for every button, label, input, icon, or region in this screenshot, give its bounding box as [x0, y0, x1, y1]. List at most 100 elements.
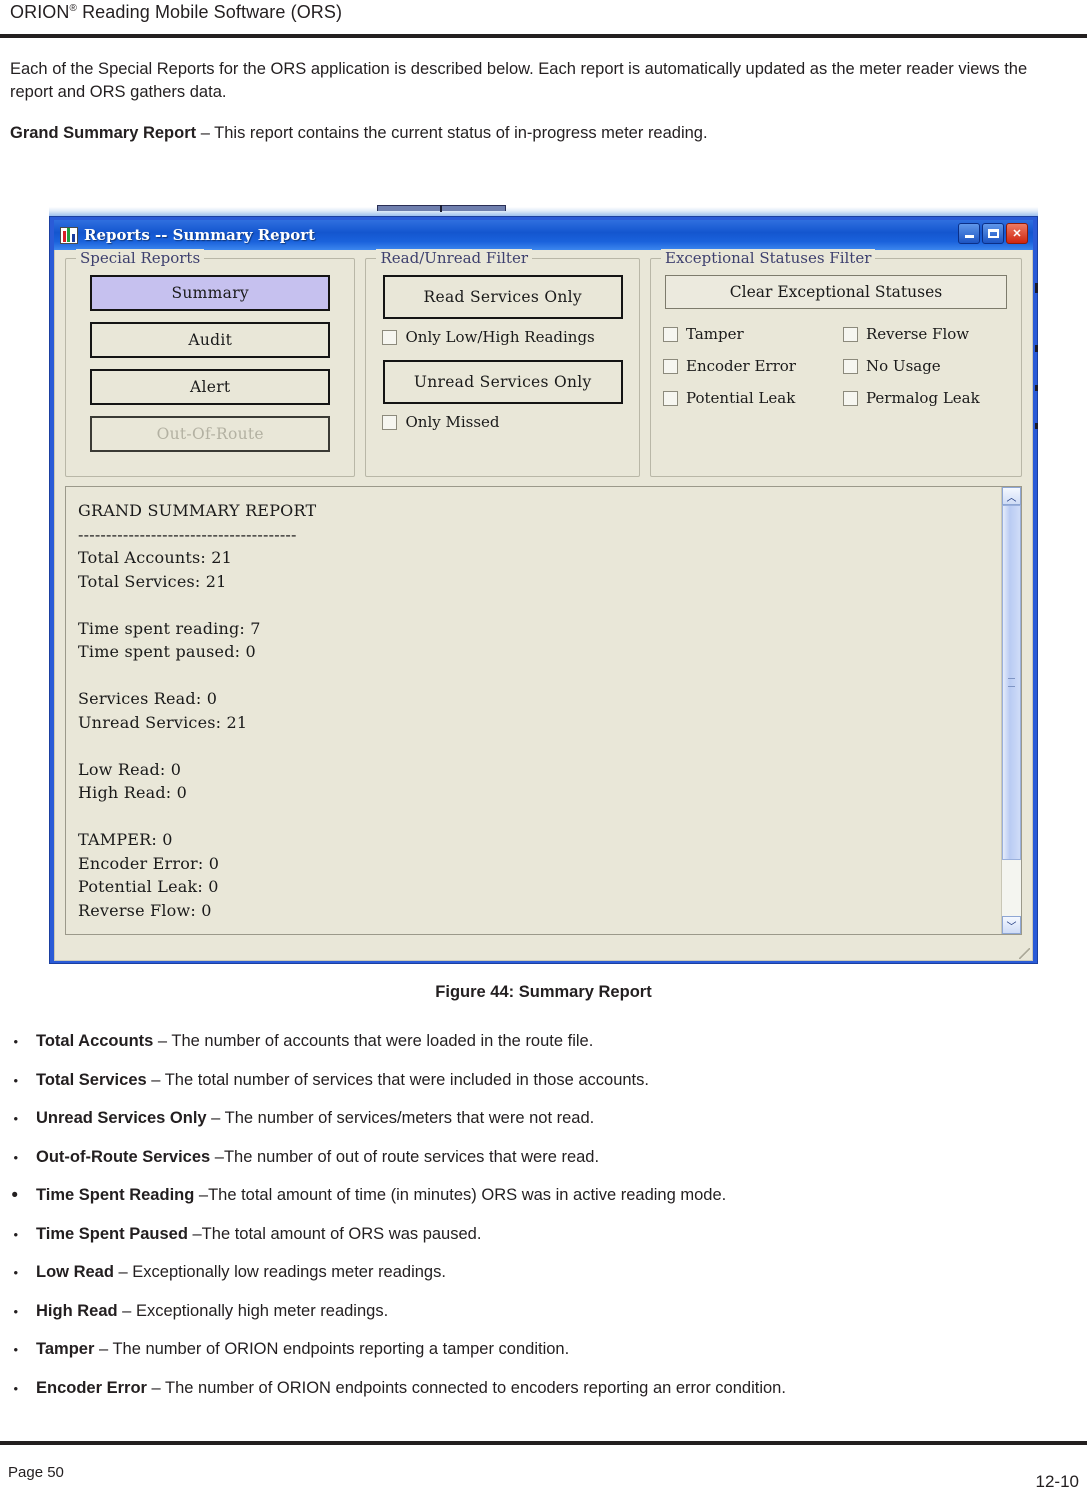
- bullet-icon: •: [13, 1342, 18, 1357]
- only-missed-label: Only Missed: [405, 413, 500, 431]
- list-item-text: Unread Services Only – The number of ser…: [36, 1107, 1087, 1130]
- reverse-flow-row[interactable]: Reverse Flow: [843, 325, 1023, 343]
- exceptional-statuses-filter-group: Exceptional Statuses Filter Clear Except…: [650, 249, 1022, 477]
- minimize-button[interactable]: [958, 223, 980, 244]
- grand-summary-term: Grand Summary Report: [10, 124, 197, 142]
- scroll-up-icon[interactable]: ︿: [1002, 487, 1021, 505]
- list-item-text: Out-of-Route Services –The number of out…: [36, 1146, 1087, 1169]
- close-icon[interactable]: ✕: [1006, 223, 1028, 244]
- list-item-text: High Read – Exceptionally high meter rea…: [36, 1300, 1087, 1323]
- list-item-text: Total Services – The total number of ser…: [36, 1069, 1087, 1092]
- page-title-main: ORION: [10, 2, 70, 22]
- only-low-high-readings-checkbox[interactable]: [382, 329, 398, 345]
- tamper-checkbox[interactable]: [663, 326, 678, 342]
- grand-summary-line: Grand Summary Report – This report conta…: [10, 122, 1072, 145]
- list-item-text: Tamper – The number of ORION endpoints r…: [36, 1338, 1087, 1361]
- list-item-desc: –The number of out of route services tha…: [210, 1147, 600, 1166]
- bullet-icon: •: [13, 1034, 18, 1049]
- encoder-error-checkbox[interactable]: [663, 358, 678, 374]
- list-item-text: Time Spent Reading –The total amount of …: [36, 1184, 1087, 1207]
- list-item: • Total Services – The total number of s…: [0, 1069, 1087, 1092]
- tamper-label: Tamper: [686, 325, 744, 343]
- list-item: • High Read – Exceptionally high meter r…: [0, 1300, 1087, 1323]
- window-titlebar[interactable]: Reports -- Summary Report ✕: [54, 220, 1033, 250]
- reports-window: Reports -- Summary Report ✕ Special Repo…: [49, 216, 1038, 964]
- bullet-icon: •: [13, 1111, 18, 1126]
- window-title: Reports -- Summary Report: [84, 226, 316, 244]
- audit-report-button[interactable]: Audit: [90, 322, 331, 358]
- scan-artifact-top: [49, 207, 1038, 216]
- list-item: • Time Spent Paused –The total amount of…: [0, 1223, 1087, 1246]
- scrollbar-thumb[interactable]: [1002, 505, 1021, 860]
- list-item-term: Total Accounts: [36, 1032, 154, 1050]
- clear-exceptional-statuses-button[interactable]: Clear Exceptional Statuses: [665, 275, 1007, 309]
- figure-caption: Figure 44: Summary Report: [435, 983, 652, 1001]
- encoder-error-row[interactable]: Encoder Error: [663, 357, 843, 375]
- read-services-only-button[interactable]: Read Services Only: [382, 275, 623, 319]
- out-of-route-report-button[interactable]: Out-Of-Route: [90, 416, 331, 452]
- bar-chart-icon: [60, 226, 78, 244]
- list-item-desc: – The number of accounts that were loade…: [153, 1032, 594, 1050]
- tamper-row[interactable]: Tamper: [663, 325, 843, 343]
- permalog-leak-row[interactable]: Permalog Leak: [843, 389, 1023, 407]
- summary-report-button[interactable]: Summary: [90, 275, 331, 311]
- list-item: • Out-of-Route Services –The number of o…: [0, 1146, 1087, 1169]
- filter-groups-row: Special Reports Summary Audit Alert Out-…: [65, 249, 1022, 477]
- list-item-desc: – The total number of services that were…: [146, 1070, 649, 1089]
- bullet-icon: •: [13, 1303, 18, 1319]
- only-low-high-readings-label: Only Low/High Readings: [405, 328, 595, 346]
- report-scrollbar[interactable]: ︿ ﹀: [1001, 487, 1021, 934]
- maximize-restore-button[interactable]: [982, 223, 1004, 244]
- potential-leak-row[interactable]: Potential Leak: [663, 389, 843, 407]
- footer-divider: [0, 1441, 1087, 1445]
- exceptional-statuses-filter-legend: Exceptional Statuses Filter: [661, 249, 876, 267]
- scrollbar-track[interactable]: [1002, 505, 1021, 916]
- no-usage-checkbox[interactable]: [843, 358, 858, 374]
- list-item-desc: – The number of ORION endpoints reportin…: [94, 1340, 570, 1358]
- scroll-down-icon[interactable]: ﹀: [1002, 916, 1021, 934]
- list-item-term: High Read: [36, 1301, 118, 1320]
- scan-artifact-edge-3: [1035, 385, 1038, 391]
- special-reports-group: Special Reports Summary Audit Alert Out-…: [65, 249, 356, 477]
- definitions-list: • Total Accounts – The number of account…: [0, 1030, 1087, 1415]
- list-item-term: Encoder Error: [36, 1378, 147, 1397]
- bullet-icon: •: [13, 1072, 18, 1088]
- list-item-term: Out-of-Route Services: [36, 1147, 211, 1166]
- list-item-desc: –The total amount of time (in minutes) O…: [194, 1186, 727, 1204]
- scan-artifact-edge-2: [1035, 345, 1038, 352]
- potential-leak-checkbox[interactable]: [663, 390, 678, 406]
- special-reports-legend: Special Reports: [76, 249, 205, 267]
- list-item-desc: –The total amount of ORS was paused.: [187, 1224, 482, 1243]
- list-item-text: Low Read – Exceptionally low readings me…: [36, 1261, 1087, 1284]
- list-item: • Total Accounts – The number of account…: [0, 1030, 1087, 1053]
- no-usage-row[interactable]: No Usage: [843, 357, 1023, 375]
- permalog-leak-checkbox[interactable]: [843, 390, 858, 406]
- list-item: • Tamper – The number of ORION endpoints…: [0, 1338, 1087, 1361]
- report-output-pane: GRAND SUMMARY REPORT -------------------…: [65, 486, 1022, 935]
- list-item-term: Low Read: [36, 1263, 114, 1281]
- scan-artifact-tick: [440, 205, 442, 212]
- only-low-high-readings-row[interactable]: Only Low/High Readings: [382, 328, 627, 346]
- unread-services-only-button[interactable]: Unread Services Only: [382, 360, 623, 404]
- scan-artifact-edge-1: [1035, 283, 1038, 293]
- window-resize-grip[interactable]: [1019, 948, 1030, 959]
- reverse-flow-checkbox[interactable]: [843, 326, 858, 342]
- window-controls: ✕: [958, 223, 1028, 244]
- list-item-desc: – The number of ORION endpoints connecte…: [146, 1378, 786, 1397]
- list-item: • Unread Services Only – The number of s…: [0, 1107, 1087, 1130]
- alert-report-button[interactable]: Alert: [90, 369, 331, 405]
- list-item-text: Time Spent Paused –The total amount of O…: [36, 1223, 1087, 1246]
- list-item-desc: – Exceptionally low readings meter readi…: [113, 1263, 446, 1281]
- footer-page-number: Page 50: [8, 1464, 64, 1481]
- only-missed-checkbox[interactable]: [382, 414, 398, 430]
- read-unread-filter-group: Read/Unread Filter Read Services Only On…: [365, 249, 640, 477]
- exceptional-statuses-checkbox-grid: Tamper Reverse Flow Encoder Error No Usa…: [663, 325, 1009, 407]
- registered-mark: ®: [69, 3, 77, 14]
- bullet-icon: •: [13, 1265, 18, 1280]
- only-missed-row[interactable]: Only Missed: [382, 413, 627, 431]
- list-item-term: Tamper: [36, 1340, 95, 1358]
- report-output-text: GRAND SUMMARY REPORT -------------------…: [78, 501, 317, 920]
- bullet-icon: •: [13, 1380, 18, 1396]
- potential-leak-label: Potential Leak: [686, 389, 796, 407]
- list-item-desc: – Exceptionally high meter readings.: [117, 1301, 389, 1320]
